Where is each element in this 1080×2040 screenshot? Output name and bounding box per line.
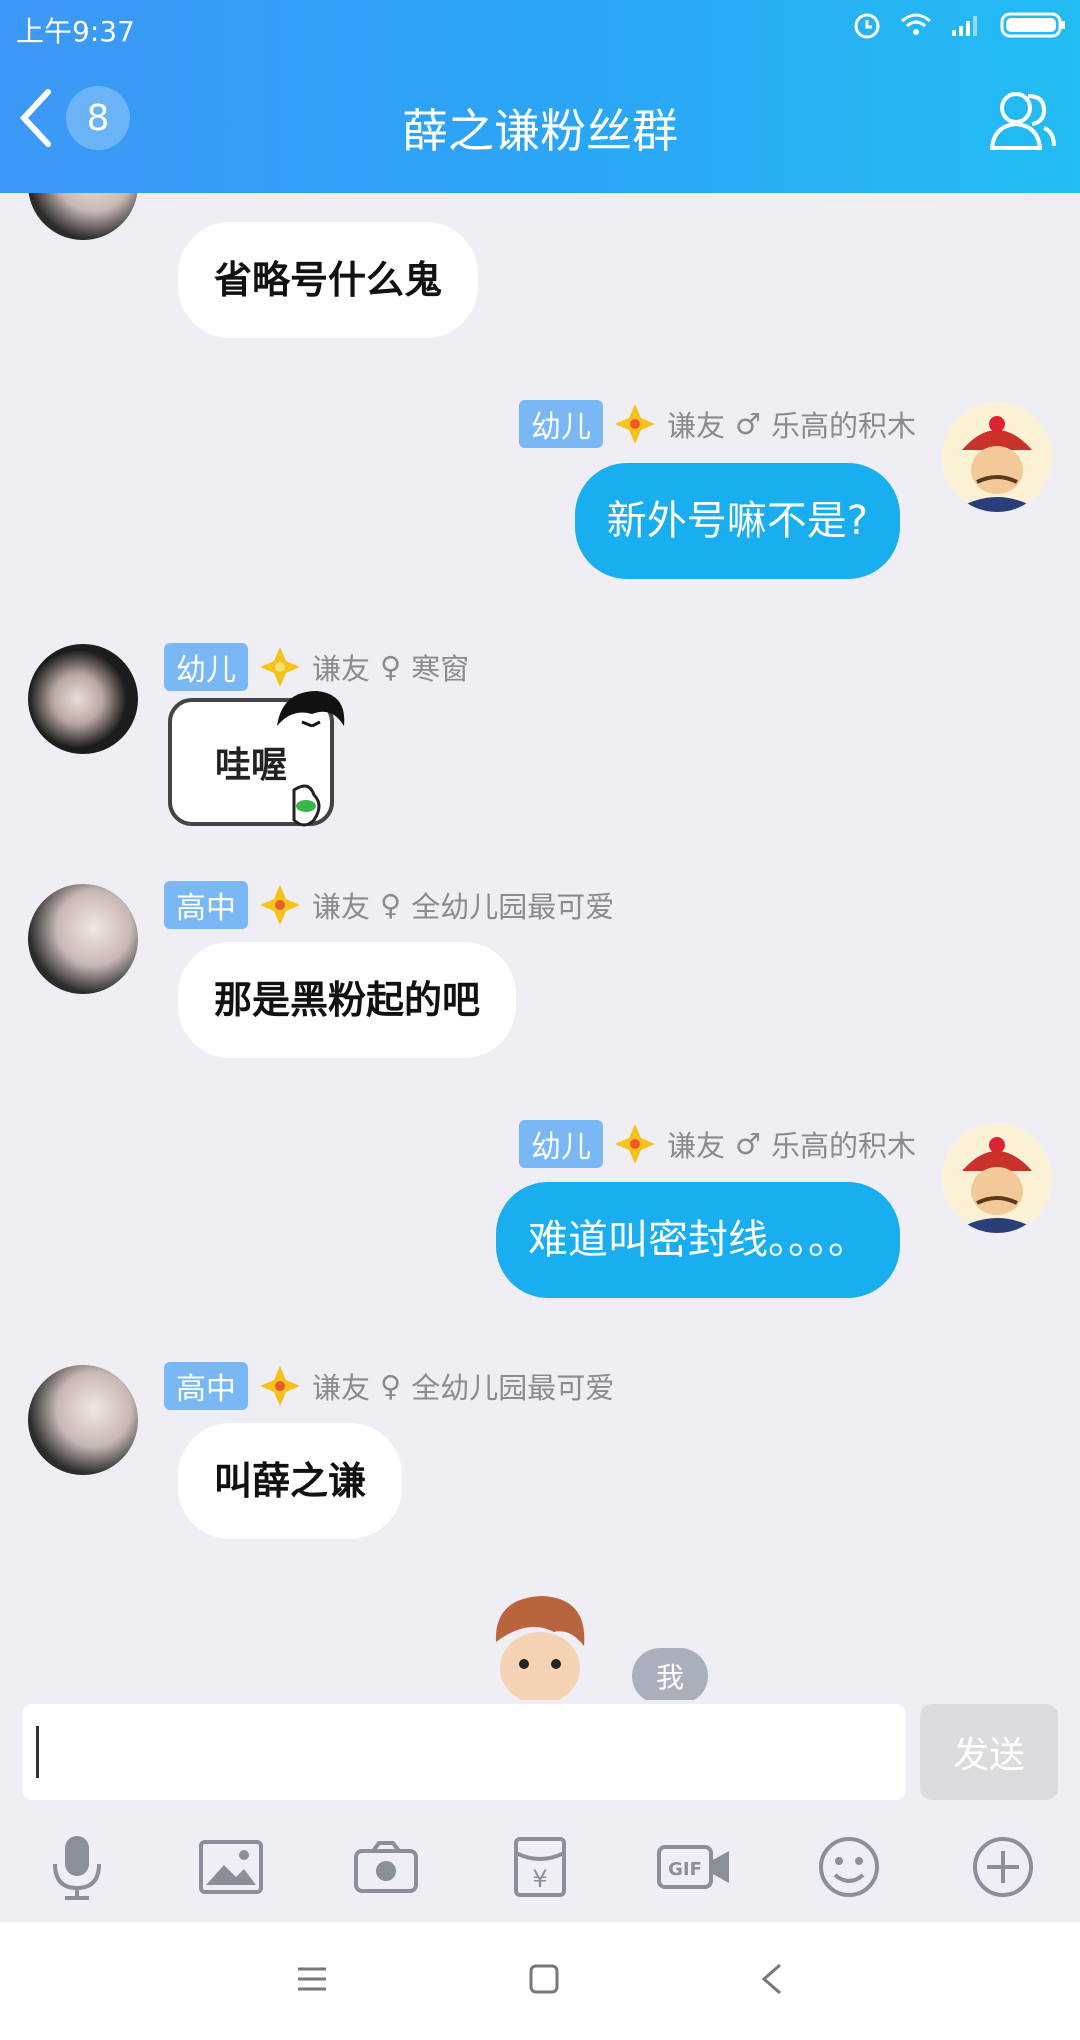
sender-name[interactable]: 全幼儿园最可爱 [411, 884, 614, 926]
star-badge-icon [614, 404, 655, 444]
level-badge: 高中 [164, 1362, 248, 1410]
message-bubble[interactable]: 那是黑粉起的吧 [178, 942, 517, 1058]
text-caret [36, 1726, 39, 1778]
avatar[interactable] [28, 884, 138, 994]
input-row: 发送 [0, 1700, 1080, 1810]
wifi-icon [901, 13, 931, 35]
sender-meta: 幼儿 谦友 ♂ 乐高的积木 [518, 1120, 916, 1168]
avatar[interactable] [942, 402, 1052, 512]
status-time: 上午9:37 [16, 15, 135, 48]
camera-button[interactable] [346, 1827, 426, 1907]
role-label: 谦友 [312, 652, 371, 686]
group-members-button[interactable] [988, 88, 1058, 156]
image-button[interactable] [191, 1827, 271, 1907]
svg-text:GIF: GIF [668, 1859, 702, 1880]
red-packet-button[interactable]: ¥ [500, 1827, 580, 1907]
emoji-icon [818, 1837, 879, 1897]
camera-icon [353, 1841, 418, 1893]
star-badge-icon [260, 885, 300, 925]
role-label: 谦友 [312, 890, 371, 924]
level-badge: 幼儿 [518, 1120, 603, 1168]
signal-icon [952, 16, 977, 36]
role-label: 谦友 [666, 409, 725, 443]
message-bubble-self[interactable]: 新外号嘛不是? [574, 463, 900, 579]
gif-icon: GIF [657, 1845, 730, 1889]
system-nav-bar [0, 1922, 1080, 2040]
send-button[interactable]: 发送 [920, 1704, 1058, 1800]
home-square-icon [529, 1964, 559, 1994]
svg-text:¥: ¥ [532, 1865, 547, 1893]
star-badge-icon [260, 647, 300, 687]
more-button[interactable] [963, 1827, 1043, 1907]
role-label: 谦友 [666, 1129, 725, 1163]
sender-meta: 高中 谦友 ♀ 全幼儿园最可爱 [164, 1362, 614, 1410]
top-bar: 上午9:37 8 薛之谦粉丝群 [0, 0, 1080, 193]
level-badge: 幼儿 [164, 643, 248, 691]
chat-area[interactable]: 省略号什么鬼 幼儿 谦友 ♂ 乐高的积木 新外号嘛不是? 幼儿 谦友 ♀ 寒窗 … [0, 150, 1080, 1700]
message-input[interactable] [22, 1704, 906, 1800]
avatar[interactable] [28, 1365, 138, 1475]
sender-name[interactable]: 乐高的积木 [771, 1123, 916, 1165]
avatar[interactable] [28, 644, 138, 754]
mic-icon [53, 1836, 102, 1900]
message-bubble[interactable]: 省略号什么鬼 [178, 222, 479, 338]
sender-name[interactable]: 乐高的积木 [771, 403, 916, 445]
gender-icon: ♀ [380, 888, 402, 922]
status-icons [852, 10, 1066, 40]
input-toolbar: ¥ GIF [0, 1812, 1080, 1922]
menu-button[interactable] [296, 1965, 328, 1997]
sender-name[interactable]: 全幼儿园最可爱 [411, 1365, 614, 1407]
message-bubble-self[interactable]: 难道叫密封线。。。。 [496, 1182, 900, 1298]
sender-name[interactable]: 寒窗 [411, 646, 469, 688]
gender-icon: ♂ [734, 407, 761, 441]
red-packet-icon: ¥ [513, 1837, 566, 1897]
gender-icon: ♀ [380, 650, 402, 684]
image-icon [199, 1840, 264, 1894]
voice-button[interactable] [37, 1827, 117, 1907]
level-badge: 高中 [164, 881, 248, 929]
battery-icon [1000, 12, 1065, 38]
cartoon-avatar-sticker [495, 1596, 585, 1700]
message-bubble[interactable]: 叫薛之谦 [178, 1423, 403, 1539]
group-members-icon [989, 92, 1056, 150]
avatar[interactable] [942, 1123, 1052, 1233]
home-button[interactable] [528, 1963, 560, 1999]
self-tag: 我 [632, 1648, 708, 1700]
alarm-icon [854, 13, 880, 39]
gif-button[interactable]: GIF [654, 1827, 734, 1907]
plus-icon [972, 1837, 1033, 1897]
star-badge-icon [260, 1366, 300, 1406]
level-badge: 幼儿 [518, 400, 603, 448]
star-badge-icon [614, 1124, 655, 1164]
menu-icon [298, 1967, 326, 1991]
sender-meta: 幼儿 谦友 ♂ 乐高的积木 [518, 400, 916, 448]
back-nav-button[interactable] [760, 1963, 784, 1999]
role-label: 谦友 [312, 1371, 371, 1405]
gender-icon: ♂ [734, 1127, 761, 1161]
gender-icon: ♀ [380, 1369, 402, 1403]
sticker-face-icon [277, 691, 345, 728]
sticker-hand-icon [292, 784, 321, 827]
sender-meta: 高中 谦友 ♀ 全幼儿园最可爱 [164, 881, 614, 929]
emoji-button[interactable] [809, 1827, 889, 1907]
sender-meta: 幼儿 谦友 ♀ 寒窗 [164, 643, 469, 691]
page-title: 薛之谦粉丝群 [402, 104, 678, 158]
back-nav-icon [761, 1963, 781, 1995]
